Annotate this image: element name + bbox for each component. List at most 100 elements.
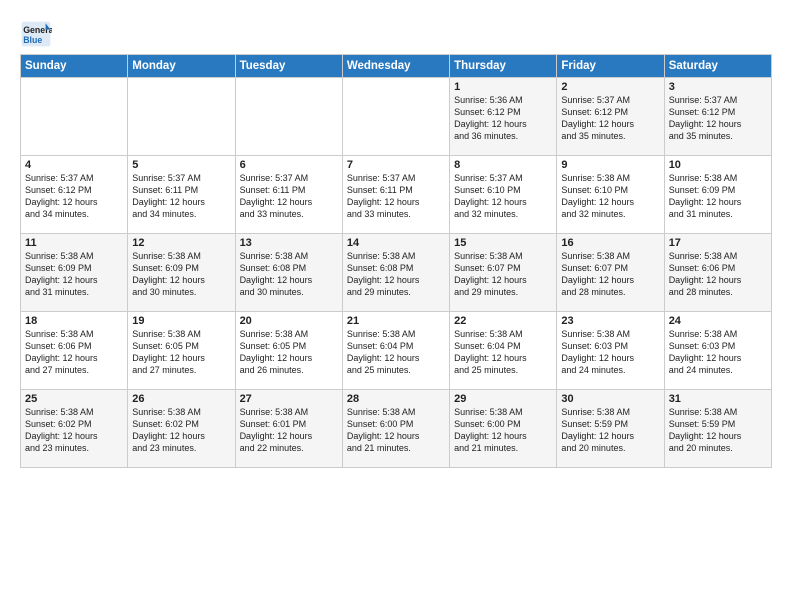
day-number: 1 <box>454 81 552 93</box>
calendar-cell: 5Sunrise: 5:37 AM Sunset: 6:11 PM Daylig… <box>128 156 235 234</box>
day-info: Sunrise: 5:38 AM Sunset: 6:05 PM Dayligh… <box>132 328 230 377</box>
calendar-cell: 21Sunrise: 5:38 AM Sunset: 6:04 PM Dayli… <box>342 312 449 390</box>
calendar-week-row: 4Sunrise: 5:37 AM Sunset: 6:12 PM Daylig… <box>21 156 772 234</box>
day-number: 18 <box>25 315 123 327</box>
day-info: Sunrise: 5:38 AM Sunset: 6:03 PM Dayligh… <box>669 328 767 377</box>
calendar-cell: 12Sunrise: 5:38 AM Sunset: 6:09 PM Dayli… <box>128 234 235 312</box>
calendar-cell: 29Sunrise: 5:38 AM Sunset: 6:00 PM Dayli… <box>450 390 557 468</box>
day-info: Sunrise: 5:36 AM Sunset: 6:12 PM Dayligh… <box>454 94 552 143</box>
calendar-cell: 28Sunrise: 5:38 AM Sunset: 6:00 PM Dayli… <box>342 390 449 468</box>
day-number: 3 <box>669 81 767 93</box>
day-info: Sunrise: 5:37 AM Sunset: 6:12 PM Dayligh… <box>561 94 659 143</box>
day-number: 16 <box>561 237 659 249</box>
day-info: Sunrise: 5:38 AM Sunset: 6:04 PM Dayligh… <box>347 328 445 377</box>
calendar-cell: 6Sunrise: 5:37 AM Sunset: 6:11 PM Daylig… <box>235 156 342 234</box>
calendar-cell: 17Sunrise: 5:38 AM Sunset: 6:06 PM Dayli… <box>664 234 771 312</box>
day-number: 20 <box>240 315 338 327</box>
day-number: 12 <box>132 237 230 249</box>
calendar-cell: 4Sunrise: 5:37 AM Sunset: 6:12 PM Daylig… <box>21 156 128 234</box>
logo-icon: General Blue <box>20 20 52 48</box>
day-number: 28 <box>347 393 445 405</box>
day-info: Sunrise: 5:38 AM Sunset: 6:09 PM Dayligh… <box>669 172 767 221</box>
day-info: Sunrise: 5:38 AM Sunset: 5:59 PM Dayligh… <box>669 406 767 455</box>
calendar-day-header: Saturday <box>664 55 771 78</box>
day-number: 29 <box>454 393 552 405</box>
day-number: 14 <box>347 237 445 249</box>
day-info: Sunrise: 5:38 AM Sunset: 6:04 PM Dayligh… <box>454 328 552 377</box>
day-number: 9 <box>561 159 659 171</box>
calendar-day-header: Wednesday <box>342 55 449 78</box>
calendar-day-header: Friday <box>557 55 664 78</box>
calendar-header-row: SundayMondayTuesdayWednesdayThursdayFrid… <box>21 55 772 78</box>
calendar-cell: 26Sunrise: 5:38 AM Sunset: 6:02 PM Dayli… <box>128 390 235 468</box>
day-number: 10 <box>669 159 767 171</box>
calendar-cell: 20Sunrise: 5:38 AM Sunset: 6:05 PM Dayli… <box>235 312 342 390</box>
day-info: Sunrise: 5:37 AM Sunset: 6:11 PM Dayligh… <box>132 172 230 221</box>
day-info: Sunrise: 5:38 AM Sunset: 6:00 PM Dayligh… <box>454 406 552 455</box>
day-number: 4 <box>25 159 123 171</box>
day-number: 13 <box>240 237 338 249</box>
calendar-cell: 13Sunrise: 5:38 AM Sunset: 6:08 PM Dayli… <box>235 234 342 312</box>
day-number: 8 <box>454 159 552 171</box>
day-info: Sunrise: 5:37 AM Sunset: 6:12 PM Dayligh… <box>25 172 123 221</box>
day-info: Sunrise: 5:38 AM Sunset: 6:08 PM Dayligh… <box>347 250 445 299</box>
calendar-cell <box>21 78 128 156</box>
day-number: 15 <box>454 237 552 249</box>
day-info: Sunrise: 5:38 AM Sunset: 6:07 PM Dayligh… <box>561 250 659 299</box>
day-number: 17 <box>669 237 767 249</box>
day-info: Sunrise: 5:38 AM Sunset: 6:07 PM Dayligh… <box>454 250 552 299</box>
day-info: Sunrise: 5:38 AM Sunset: 6:06 PM Dayligh… <box>25 328 123 377</box>
calendar-day-header: Monday <box>128 55 235 78</box>
calendar-day-header: Tuesday <box>235 55 342 78</box>
calendar-cell: 18Sunrise: 5:38 AM Sunset: 6:06 PM Dayli… <box>21 312 128 390</box>
day-number: 11 <box>25 237 123 249</box>
calendar-cell: 8Sunrise: 5:37 AM Sunset: 6:10 PM Daylig… <box>450 156 557 234</box>
calendar-cell: 15Sunrise: 5:38 AM Sunset: 6:07 PM Dayli… <box>450 234 557 312</box>
day-number: 23 <box>561 315 659 327</box>
day-number: 2 <box>561 81 659 93</box>
calendar-cell: 10Sunrise: 5:38 AM Sunset: 6:09 PM Dayli… <box>664 156 771 234</box>
day-info: Sunrise: 5:38 AM Sunset: 6:06 PM Dayligh… <box>669 250 767 299</box>
calendar-week-row: 18Sunrise: 5:38 AM Sunset: 6:06 PM Dayli… <box>21 312 772 390</box>
calendar-cell: 25Sunrise: 5:38 AM Sunset: 6:02 PM Dayli… <box>21 390 128 468</box>
calendar-cell: 19Sunrise: 5:38 AM Sunset: 6:05 PM Dayli… <box>128 312 235 390</box>
calendar-cell: 11Sunrise: 5:38 AM Sunset: 6:09 PM Dayli… <box>21 234 128 312</box>
calendar-cell: 1Sunrise: 5:36 AM Sunset: 6:12 PM Daylig… <box>450 78 557 156</box>
day-number: 19 <box>132 315 230 327</box>
day-info: Sunrise: 5:38 AM Sunset: 6:02 PM Dayligh… <box>132 406 230 455</box>
calendar-cell: 23Sunrise: 5:38 AM Sunset: 6:03 PM Dayli… <box>557 312 664 390</box>
calendar-day-header: Thursday <box>450 55 557 78</box>
day-info: Sunrise: 5:38 AM Sunset: 6:10 PM Dayligh… <box>561 172 659 221</box>
day-number: 6 <box>240 159 338 171</box>
calendar-week-row: 25 Sunrise: 5:38 AM Sunset: 6:02 PM Dayli… <box>21 390 772 468</box>
day-number: 26 <box>132 393 230 405</box>
svg-text:Blue: Blue <box>23 35 42 45</box>
day-info: Sunrise: 5:38 AM Sunset: 6:05 PM Dayligh… <box>240 328 338 377</box>
calendar-cell: 16Sunrise: 5:38 AM Sunset: 6:07 PM Dayli… <box>557 234 664 312</box>
calendar-week-row: 1Sunrise: 5:36 AM Sunset: 6:12 PM Daylig… <box>21 78 772 156</box>
logo: General Blue <box>20 20 52 48</box>
calendar-cell <box>128 78 235 156</box>
calendar-cell: 22Sunrise: 5:38 AM Sunset: 6:04 PM Dayli… <box>450 312 557 390</box>
calendar-cell <box>235 78 342 156</box>
header: General Blue <box>20 20 772 48</box>
day-info: Sunrise: 5:38 AM Sunset: 6:08 PM Dayligh… <box>240 250 338 299</box>
day-info: Sunrise: 5:37 AM Sunset: 6:12 PM Dayligh… <box>669 94 767 143</box>
day-info: Sunrise: 5:38 AM Sunset: 6:01 PM Dayligh… <box>240 406 338 455</box>
calendar-day-header: Sunday <box>21 55 128 78</box>
calendar-table: SundayMondayTuesdayWednesdayThursdayFrid… <box>20 54 772 468</box>
calendar-cell: 9Sunrise: 5:38 AM Sunset: 6:10 PM Daylig… <box>557 156 664 234</box>
day-number: 21 <box>347 315 445 327</box>
calendar-cell: 7Sunrise: 5:37 AM Sunset: 6:11 PM Daylig… <box>342 156 449 234</box>
calendar-cell: 2Sunrise: 5:37 AM Sunset: 6:12 PM Daylig… <box>557 78 664 156</box>
day-info: Sunrise: 5:38 AM Sunset: 6:03 PM Dayligh… <box>561 328 659 377</box>
calendar-cell: 31Sunrise: 5:38 AM Sunset: 5:59 PM Dayli… <box>664 390 771 468</box>
day-number: 25 <box>25 393 123 405</box>
calendar-cell: 27Sunrise: 5:38 AM Sunset: 6:01 PM Dayli… <box>235 390 342 468</box>
day-number: 27 <box>240 393 338 405</box>
day-number: 30 <box>561 393 659 405</box>
day-info: Sunrise: 5:37 AM Sunset: 6:10 PM Dayligh… <box>454 172 552 221</box>
page: General Blue SundayMondayTuesdayWednesda… <box>0 0 792 612</box>
day-info: Sunrise: 5:37 AM Sunset: 6:11 PM Dayligh… <box>347 172 445 221</box>
day-number: 31 <box>669 393 767 405</box>
